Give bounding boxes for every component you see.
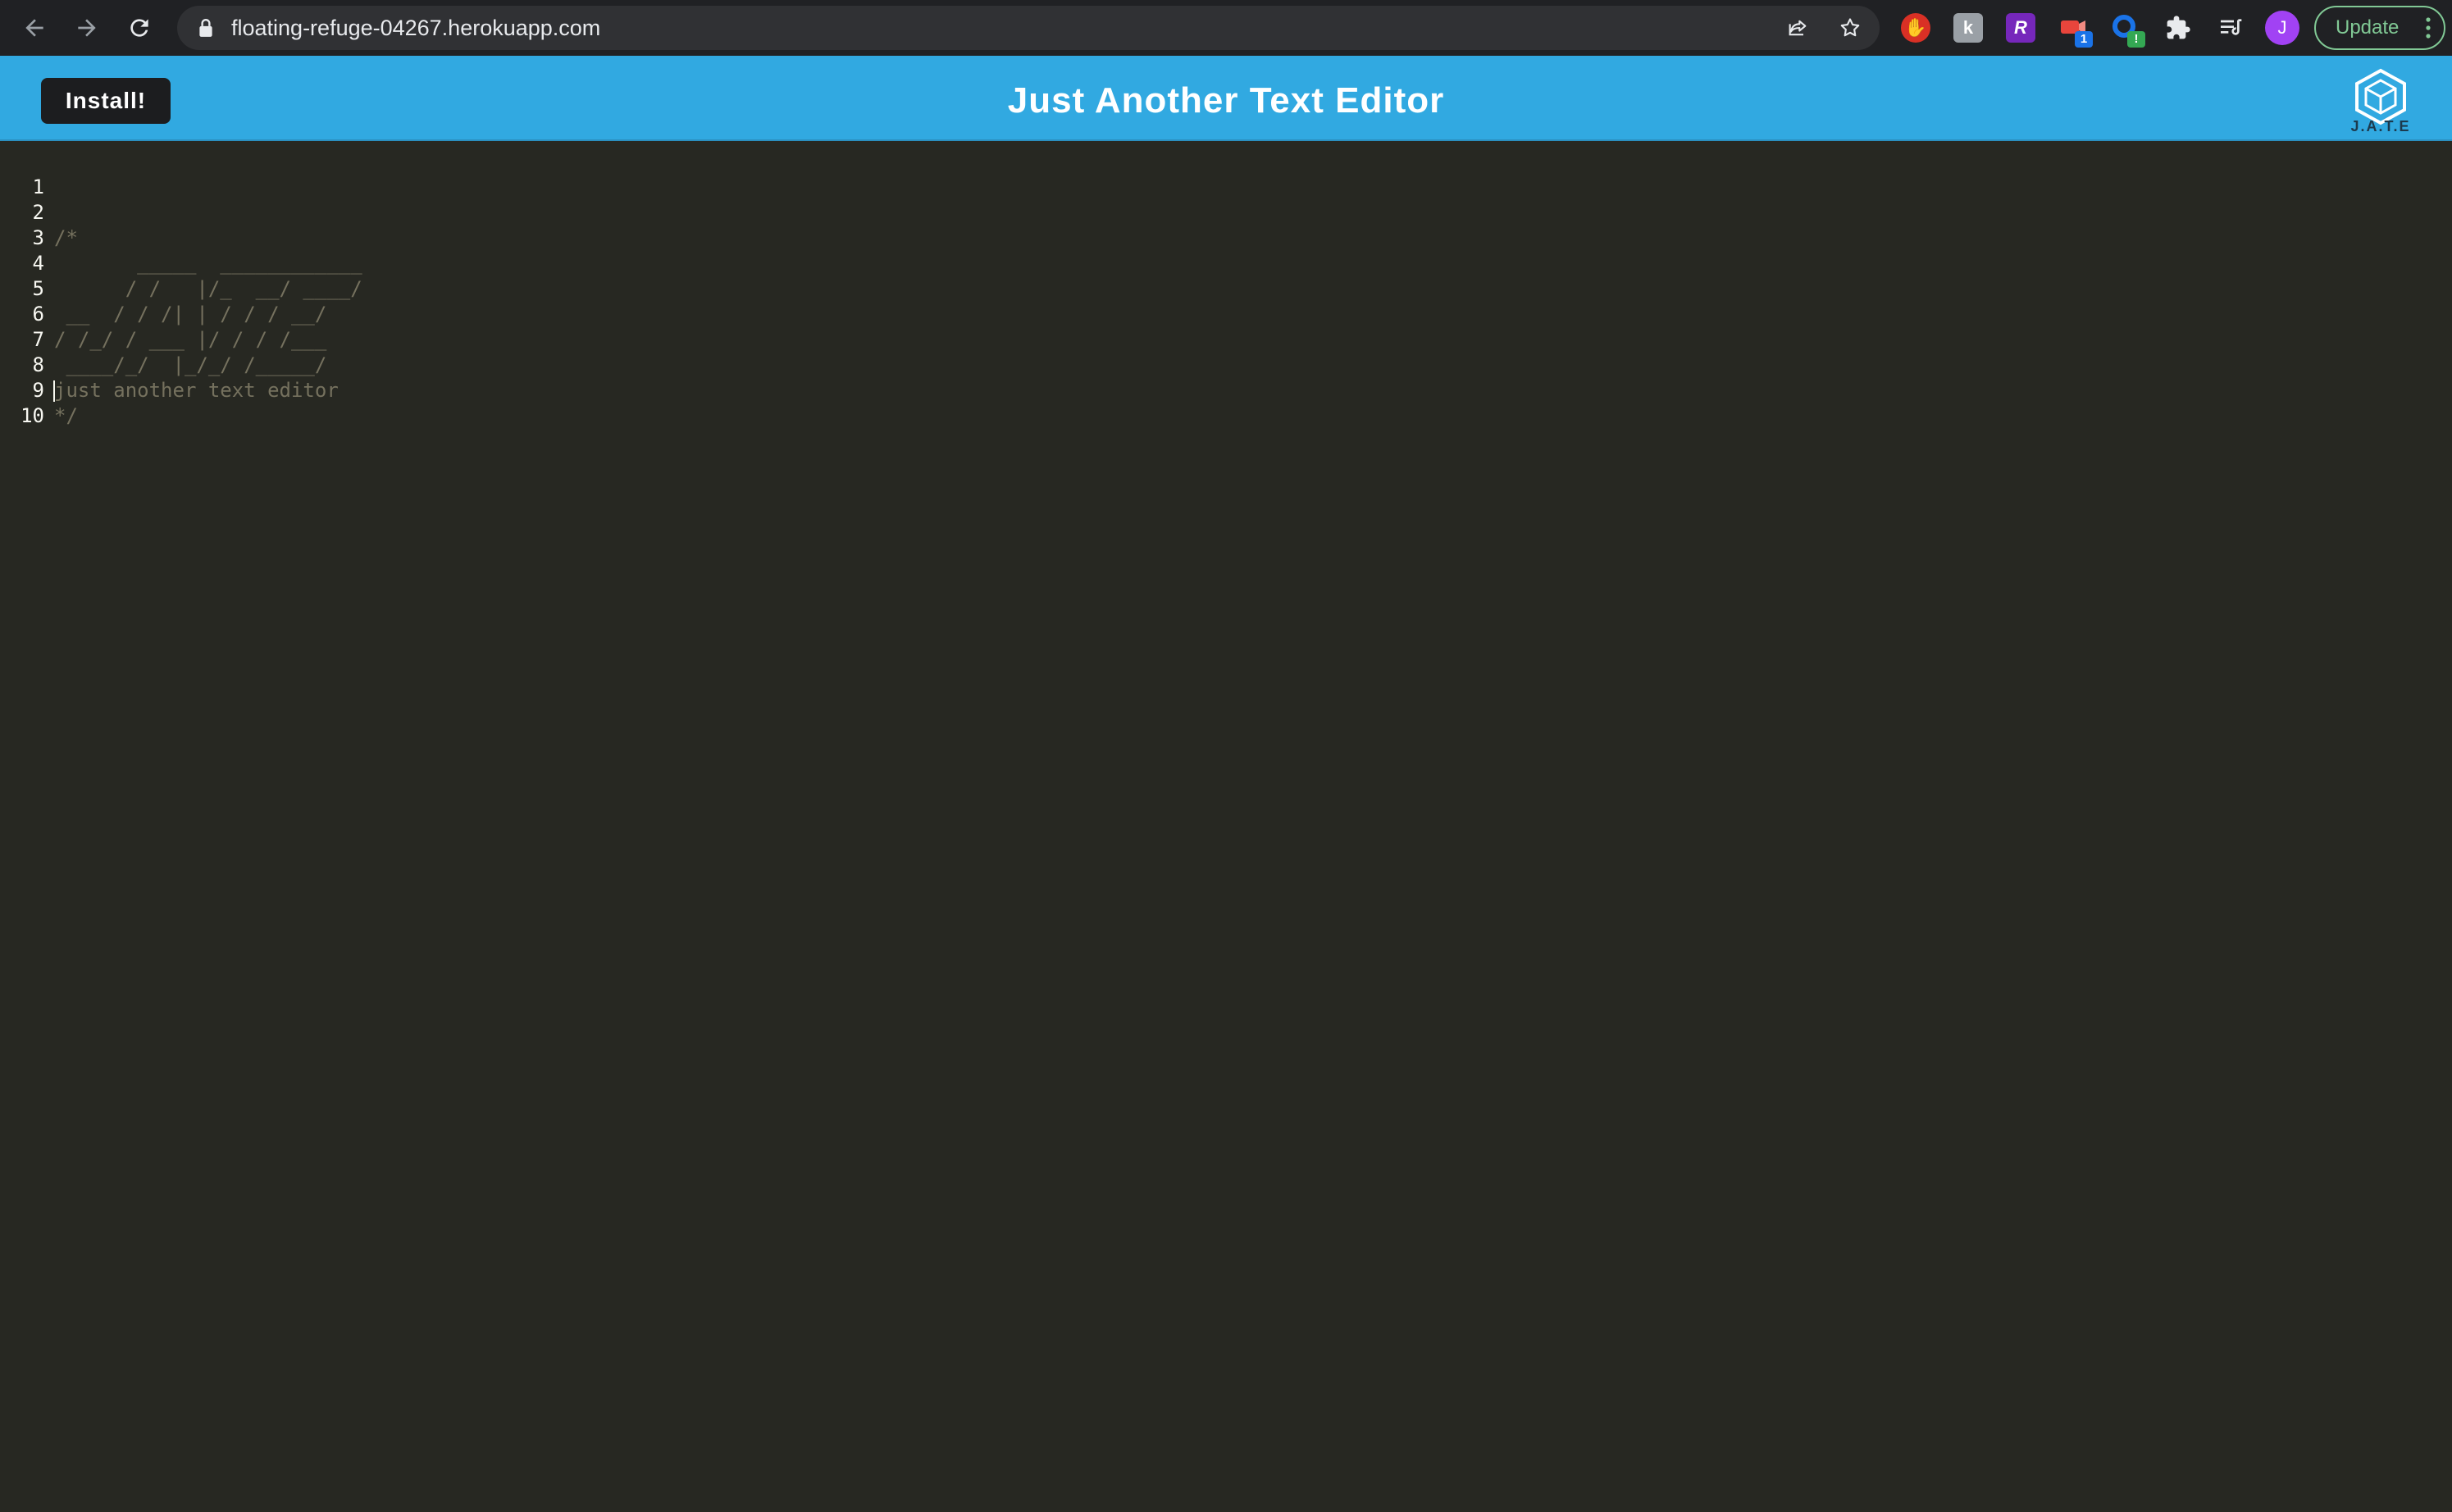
arrow-left-icon <box>25 19 43 37</box>
editor-line[interactable]: 4 / / |/_ __/ ____/ <box>0 225 362 300</box>
stop-hand-extension-icon[interactable]: ✋ <box>1901 13 1930 43</box>
r-extension-icon[interactable]: R <box>2006 13 2035 43</box>
forward-button[interactable] <box>69 10 105 46</box>
install-button[interactable]: Install! <box>41 78 171 124</box>
editor-line[interactable]: 5 __ / / /| | / / / __/ <box>0 251 327 326</box>
reload-icon <box>130 19 148 37</box>
lock-icon <box>199 19 212 37</box>
editor-line[interactable]: 10 <box>0 378 55 427</box>
reload-button[interactable] <box>121 10 157 46</box>
address-bar[interactable]: floating-refuge-04267.herokuapp.com <box>177 6 1880 50</box>
puzzle-extensions-icon[interactable] <box>2163 13 2193 43</box>
reading-list-icon[interactable] <box>2216 13 2245 43</box>
line-text: __ / / /| | / / / __/ <box>54 303 327 326</box>
page-title: Just Another Text Editor <box>1007 80 1445 121</box>
editor-line[interactable]: 7 ____/_/ |_/_/ /_____/ <box>0 302 327 376</box>
back-button[interactable] <box>16 10 52 46</box>
kebab-menu-icon <box>2426 17 2431 39</box>
bookmark-star-icon[interactable] <box>1839 16 1862 39</box>
line-text: just another text editor <box>54 379 339 402</box>
editor-line[interactable]: 6 / /_/ / ___ |/ / / /___ <box>0 276 327 351</box>
app-header: Just Another Text Editor Install! J.A.T.… <box>0 56 2452 141</box>
logo-text: J.A.T.E <box>2350 118 2411 134</box>
line-text: */ <box>54 404 78 427</box>
circle-extension-icon[interactable]: ! <box>2111 13 2145 48</box>
arrow-right-icon <box>78 19 96 37</box>
browser-toolbar: floating-refuge-04267.herokuapp.com ✋ k … <box>0 0 2452 56</box>
line-text: ____/_/ |_/_/ /_____/ <box>54 353 327 376</box>
video-extension-badge: 1 <box>2075 31 2093 48</box>
profile-avatar[interactable]: J <box>2265 11 2299 45</box>
line-text: /* <box>54 226 78 249</box>
editor-line[interactable]: 3 _____ ____________ <box>0 200 362 275</box>
code-editor[interactable]: 1 2 /* 3 _____ ____________ 4 / / |/_ __… <box>0 141 2452 1512</box>
text-cursor <box>53 380 55 402</box>
video-extension-icon[interactable]: 1 <box>2058 13 2093 48</box>
editor-line[interactable]: 1 <box>0 149 48 198</box>
line-text: / /_/ / ___ |/ / / /___ <box>54 328 327 351</box>
line-text: _____ ____________ <box>54 252 362 275</box>
editor-line[interactable]: 9 */ <box>0 353 78 427</box>
editor-line[interactable]: 2 /* <box>0 175 78 249</box>
share-icon[interactable] <box>1786 16 1809 39</box>
k-extension-icon[interactable]: k <box>1953 13 1983 43</box>
url-text: floating-refuge-04267.herokuapp.com <box>231 16 601 40</box>
line-number: 10 <box>21 404 44 427</box>
line-text: / / |/_ __/ ____/ <box>54 277 362 300</box>
update-button-label: Update <box>2336 16 2400 39</box>
circle-extension-badge: ! <box>2127 31 2145 48</box>
update-button[interactable]: Update <box>2314 6 2445 50</box>
editor-line[interactable]: 8 just another text editor <box>0 327 339 402</box>
